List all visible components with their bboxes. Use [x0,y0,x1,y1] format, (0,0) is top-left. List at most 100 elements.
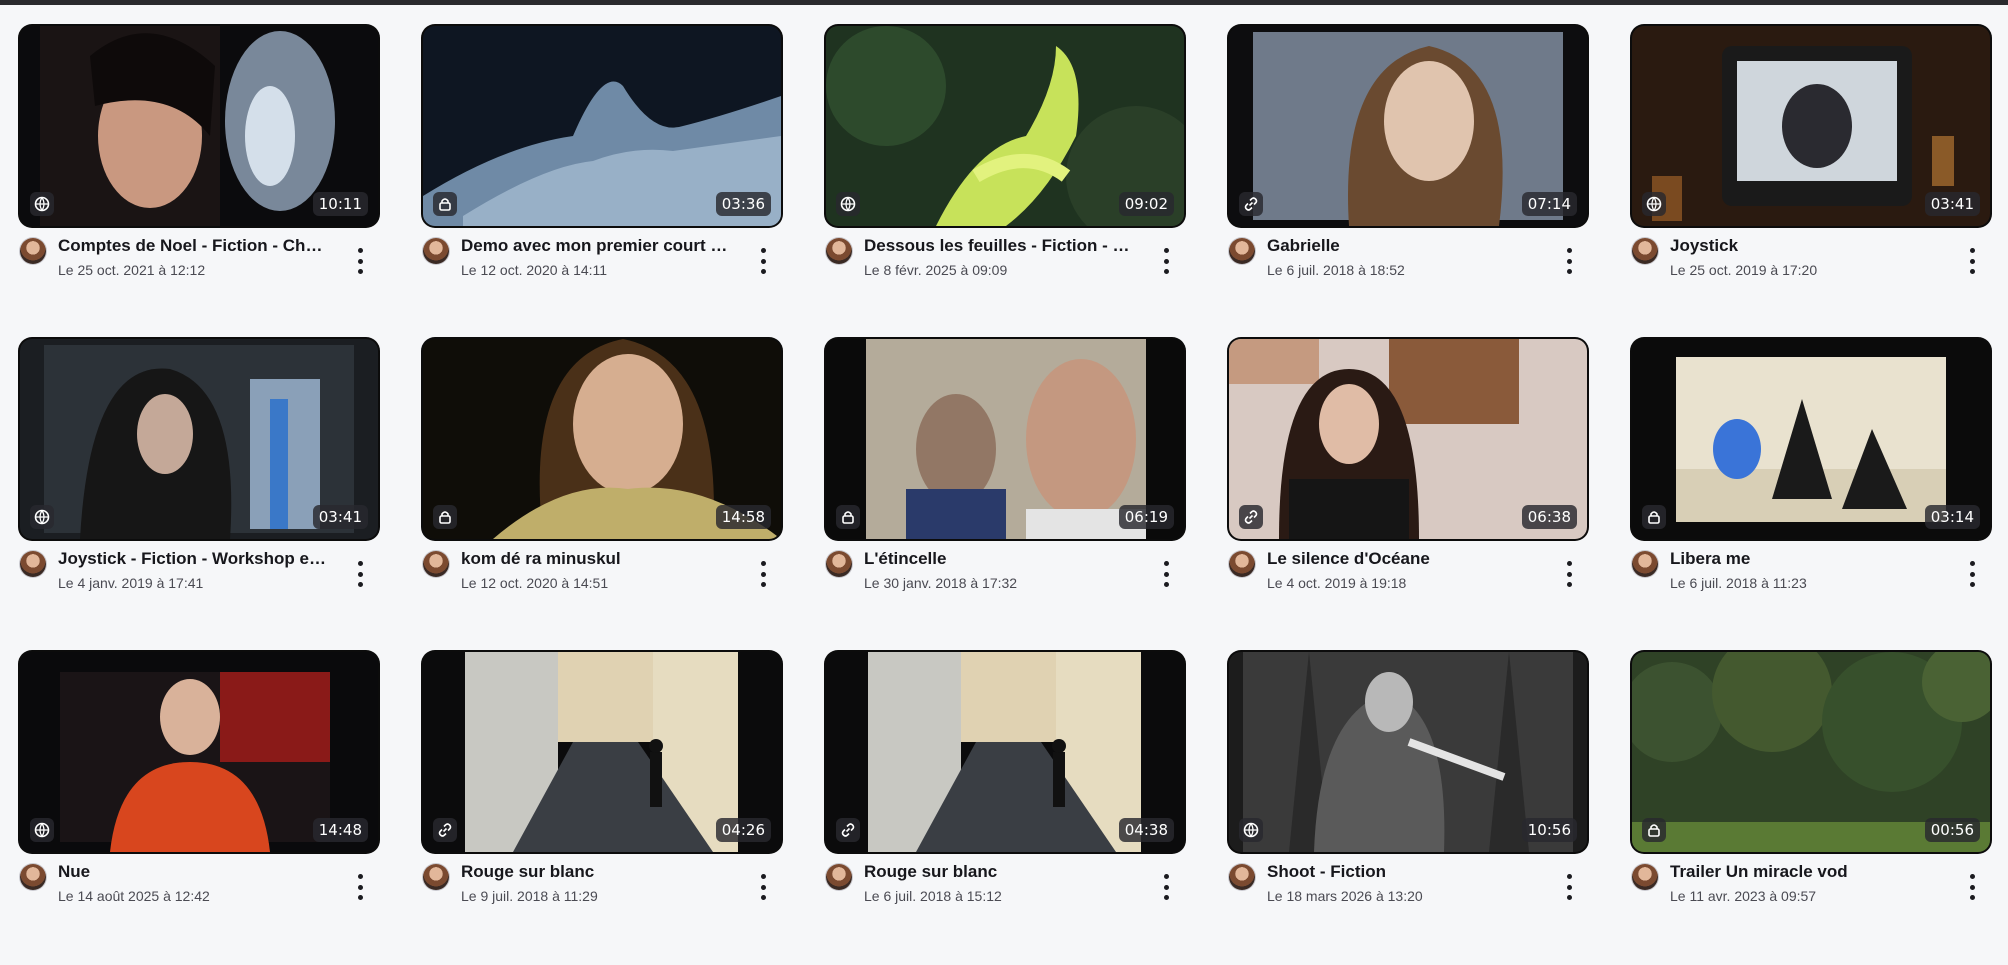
more-options-icon[interactable] [354,874,366,900]
avatar [1632,238,1658,264]
video-title[interactable]: L'étincelle [864,549,1134,569]
link-icon [1239,192,1263,216]
video-thumbnail[interactable]: 03:41 [1632,26,1990,226]
video-date: Le 6 juil. 2018 à 11:23 [1670,575,1807,591]
more-options-icon[interactable] [1563,874,1575,900]
video-date: Le 4 oct. 2019 à 19:18 [1267,575,1407,591]
video-card[interactable]: 14:48 Nue Le 14 août 2025 à 12:42 [20,652,378,965]
video-card[interactable]: 03:14 Libera me Le 6 juil. 2018 à 11:23 [1632,339,1990,652]
video-title[interactable]: Shoot - Fiction [1267,862,1537,882]
video-card[interactable]: 10:11 Comptes de Noel - Fiction - Cha...… [20,26,378,339]
duration-badge: 07:14 [1521,192,1577,216]
duration-badge: 10:11 [312,192,368,216]
video-thumbnail[interactable]: 04:38 [826,652,1184,852]
video-title[interactable]: Demo avec mon premier court d... [461,236,731,256]
lock-icon [433,505,457,529]
globe-icon [30,505,54,529]
more-options-icon[interactable] [1160,248,1172,274]
video-date: Le 30 janv. 2018 à 17:32 [864,575,1018,591]
video-thumbnail[interactable]: 07:14 [1229,26,1587,226]
video-title[interactable]: Gabrielle [1267,236,1537,256]
video-thumbnail[interactable]: 14:58 [423,339,781,539]
more-options-icon[interactable] [354,248,366,274]
video-thumbnail[interactable]: 10:56 [1229,652,1587,852]
more-options-icon[interactable] [757,874,769,900]
video-card[interactable]: 04:26 Rouge sur blanc Le 9 juil. 2018 à … [423,652,781,965]
avatar [20,551,46,577]
more-options-icon[interactable] [1160,561,1172,587]
video-thumbnail[interactable]: 00:56 [1632,652,1990,852]
avatar [1632,551,1658,577]
video-title[interactable]: Joystick - Fiction - Workshop enf... [58,549,328,569]
lock-icon [433,192,457,216]
more-options-icon[interactable] [1160,874,1172,900]
more-options-icon[interactable] [354,561,366,587]
video-card[interactable]: 09:02 Dessous les feuilles - Fiction - E… [826,26,1184,339]
video-card[interactable]: 03:41 Joystick Le 25 oct. 2019 à 17:20 [1632,26,1990,339]
more-options-icon[interactable] [1966,561,1978,587]
avatar [1632,864,1658,890]
video-date: Le 12 oct. 2020 à 14:51 [461,575,609,591]
video-title[interactable]: Nue [58,862,328,882]
more-options-icon[interactable] [1563,248,1575,274]
video-card[interactable]: 07:14 Gabrielle Le 6 juil. 2018 à 18:52 [1229,26,1587,339]
more-options-icon[interactable] [1966,248,1978,274]
avatar [20,238,46,264]
video-title[interactable]: Joystick [1670,236,1940,256]
video-card[interactable]: 00:56 Trailer Un miracle vod Le 11 avr. … [1632,652,1990,965]
video-date: Le 4 janv. 2019 à 17:41 [58,575,204,591]
video-thumbnail[interactable]: 10:11 [20,26,378,226]
globe-icon [30,192,54,216]
video-card[interactable]: 03:41 Joystick - Fiction - Workshop enf.… [20,339,378,652]
globe-icon [1642,192,1666,216]
video-thumbnail[interactable]: 03:36 [423,26,781,226]
link-icon [1239,505,1263,529]
video-grid: 10:11 Comptes de Noel - Fiction - Cha...… [20,26,1990,965]
avatar [1229,864,1255,890]
globe-icon [30,818,54,842]
video-card[interactable]: 04:38 Rouge sur blanc Le 6 juil. 2018 à … [826,652,1184,965]
duration-badge: 06:19 [1118,505,1174,529]
video-title[interactable]: Dessous les feuilles - Fiction - Ex... [864,236,1134,256]
avatar [1229,551,1255,577]
video-title[interactable]: Rouge sur blanc [864,862,1134,882]
duration-badge: 06:38 [1521,505,1577,529]
avatar [423,551,449,577]
video-title[interactable]: Trailer Un miracle vod [1670,862,1940,882]
more-options-icon[interactable] [1966,874,1978,900]
video-title[interactable]: Rouge sur blanc [461,862,731,882]
duration-badge: 03:14 [1924,505,1980,529]
avatar [826,238,852,264]
video-thumbnail[interactable]: 06:38 [1229,339,1587,539]
duration-badge: 00:56 [1924,818,1980,842]
video-title[interactable]: Comptes de Noel - Fiction - Cha... [58,236,328,256]
link-icon [433,818,457,842]
video-card[interactable]: 10:56 Shoot - Fiction Le 18 mars 2026 à … [1229,652,1587,965]
video-title[interactable]: kom dé ra minuskul [461,549,731,569]
video-card[interactable]: 06:38 Le silence d'Océane Le 4 oct. 2019… [1229,339,1587,652]
video-title[interactable]: Libera me [1670,549,1940,569]
duration-badge: 09:02 [1118,192,1174,216]
more-options-icon[interactable] [1563,561,1575,587]
video-thumbnail[interactable]: 14:48 [20,652,378,852]
video-card[interactable]: 06:19 L'étincelle Le 30 janv. 2018 à 17:… [826,339,1184,652]
lock-icon [1642,818,1666,842]
video-date: Le 25 oct. 2021 à 12:12 [58,262,206,278]
avatar [423,864,449,890]
video-thumbnail[interactable]: 09:02 [826,26,1184,226]
duration-badge: 04:38 [1118,818,1174,842]
globe-icon [836,192,860,216]
video-thumbnail[interactable]: 04:26 [423,652,781,852]
duration-badge: 14:48 [312,818,368,842]
video-thumbnail[interactable]: 06:19 [826,339,1184,539]
video-title[interactable]: Le silence d'Océane [1267,549,1537,569]
lock-icon [836,505,860,529]
top-bar [0,0,2008,5]
more-options-icon[interactable] [757,561,769,587]
video-card[interactable]: 03:36 Demo avec mon premier court d... L… [423,26,781,339]
duration-badge: 03:41 [312,505,368,529]
video-thumbnail[interactable]: 03:41 [20,339,378,539]
more-options-icon[interactable] [757,248,769,274]
video-card[interactable]: 14:58 kom dé ra minuskul Le 12 oct. 2020… [423,339,781,652]
video-thumbnail[interactable]: 03:14 [1632,339,1990,539]
